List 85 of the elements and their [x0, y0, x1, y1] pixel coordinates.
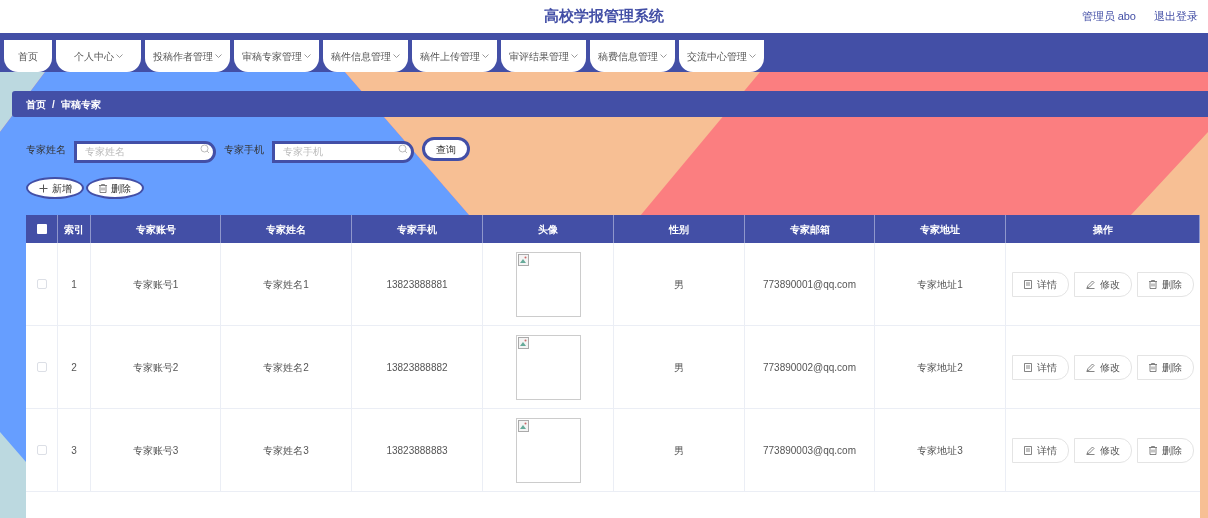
nav-tab[interactable]: 投稿作者管理 — [145, 40, 230, 72]
table-cell-text: 专家地址2 — [917, 360, 963, 375]
field-label: 专家姓名 — [26, 142, 66, 157]
edit-button[interactable]: 修改 — [1074, 354, 1132, 380]
table-cell-text: 专家账号3 — [132, 443, 179, 458]
table-cell-text: 773890001@qq.com — [763, 277, 856, 292]
trash-icon — [99, 183, 107, 193]
document-icon — [1024, 279, 1032, 289]
column-header: 性别 — [614, 215, 745, 243]
table-cell-text: 专家姓名3 — [263, 443, 309, 458]
trash-icon — [1149, 362, 1157, 372]
nav-tab[interactable]: 审稿专家管理 — [234, 40, 319, 72]
nav-tab[interactable]: 个人中心 — [56, 40, 141, 72]
pencil-icon — [1086, 445, 1095, 455]
search-button[interactable]: 查询 — [422, 137, 470, 161]
caret-icon — [660, 53, 667, 59]
delete-button[interactable]: 删除 — [1137, 354, 1194, 380]
nav-tab[interactable]: 审评结果管理 — [501, 40, 586, 72]
nav-tab[interactable]: 稿件上传管理 — [412, 40, 497, 72]
pencil-icon — [1086, 362, 1095, 372]
document-icon — [1024, 445, 1032, 455]
table-cell-text: 2 — [71, 360, 77, 375]
nav-tab[interactable]: 稿件信息管理 — [323, 40, 408, 72]
edit-button[interactable]: 修改 — [1074, 271, 1132, 297]
table-cell-text: 专家账号2 — [132, 360, 179, 375]
search-icon — [398, 144, 408, 154]
broken-image-icon — [517, 336, 529, 349]
column-header: 专家姓名 — [221, 215, 352, 243]
table-cell-text: 专家账号1 — [132, 277, 179, 292]
caret-icon — [571, 53, 578, 59]
column-header: 头像 — [483, 215, 614, 243]
trash-icon — [1149, 279, 1157, 289]
broken-image-icon — [517, 419, 529, 432]
delete-button[interactable]: 删除 — [1137, 437, 1194, 463]
search-icon — [200, 144, 210, 154]
table-cell-text: 男 — [674, 277, 684, 292]
nav-tab[interactable]: 稿费信息管理 — [590, 40, 675, 72]
table-cell-text: 13823888881 — [386, 277, 448, 292]
logout-link[interactable]: 退出登录 — [1154, 8, 1198, 25]
field-label: 专家手机 — [224, 142, 264, 157]
nav-tab[interactable]: 首页 — [4, 40, 52, 72]
select-all-checkbox[interactable] — [36, 224, 47, 234]
caret-icon — [393, 53, 400, 59]
delete-button[interactable]: 删除 — [1137, 271, 1194, 297]
table-cell-text: 专家姓名1 — [263, 277, 309, 292]
pencil-icon — [1086, 279, 1095, 289]
row-checkbox[interactable] — [36, 362, 47, 372]
column-header: 专家地址 — [875, 215, 1006, 243]
caret-icon — [482, 53, 489, 59]
column-header: 专家邮箱 — [745, 215, 875, 243]
table-cell-text: 3 — [71, 443, 77, 458]
table-cell-text: 专家地址3 — [917, 443, 963, 458]
table-cell-text: 1 — [71, 277, 77, 292]
breadcrumb-separator: / — [52, 97, 55, 112]
row-checkbox[interactable] — [36, 445, 47, 455]
broken-image-icon — [517, 253, 529, 266]
breadcrumb-link[interactable]: 首页 — [26, 96, 46, 112]
table-cell-text: 773890002@qq.com — [763, 360, 856, 375]
row-checkbox[interactable] — [36, 279, 47, 289]
table-cell-text: 13823888883 — [386, 443, 448, 458]
user-name: 管理员 abo — [1081, 9, 1136, 25]
plus-icon — [38, 183, 48, 193]
table-cell-text: 专家地址1 — [917, 277, 963, 292]
caret-icon — [304, 53, 311, 59]
column-header: 专家手机 — [352, 215, 483, 243]
table-cell-text: 男 — [674, 443, 684, 458]
app-title: 高校学报管理系统 — [544, 6, 664, 27]
table-cell-text: 13823888882 — [386, 360, 448, 375]
column-header: 专家账号 — [91, 215, 221, 243]
trash-icon — [1149, 445, 1157, 455]
detail-button[interactable]: 详情 — [1012, 271, 1069, 297]
caret-icon — [215, 53, 222, 59]
detail-button[interactable]: 详情 — [1012, 354, 1069, 380]
breadcrumb-link[interactable]: 审稿专家 — [60, 96, 101, 112]
table-cell-text: 男 — [674, 360, 684, 375]
nav-tab[interactable]: 交流中心管理 — [679, 40, 764, 72]
table-cell-text: 773890003@qq.com — [763, 443, 856, 458]
detail-button[interactable]: 详情 — [1012, 437, 1069, 463]
column-header: 索引 — [58, 215, 91, 243]
caret-icon — [749, 53, 756, 59]
column-header: 操作 — [1006, 215, 1200, 243]
caret-icon — [116, 53, 123, 59]
document-icon — [1024, 362, 1032, 372]
edit-button[interactable]: 修改 — [1074, 437, 1132, 463]
table-cell-text: 专家姓名2 — [263, 360, 309, 375]
